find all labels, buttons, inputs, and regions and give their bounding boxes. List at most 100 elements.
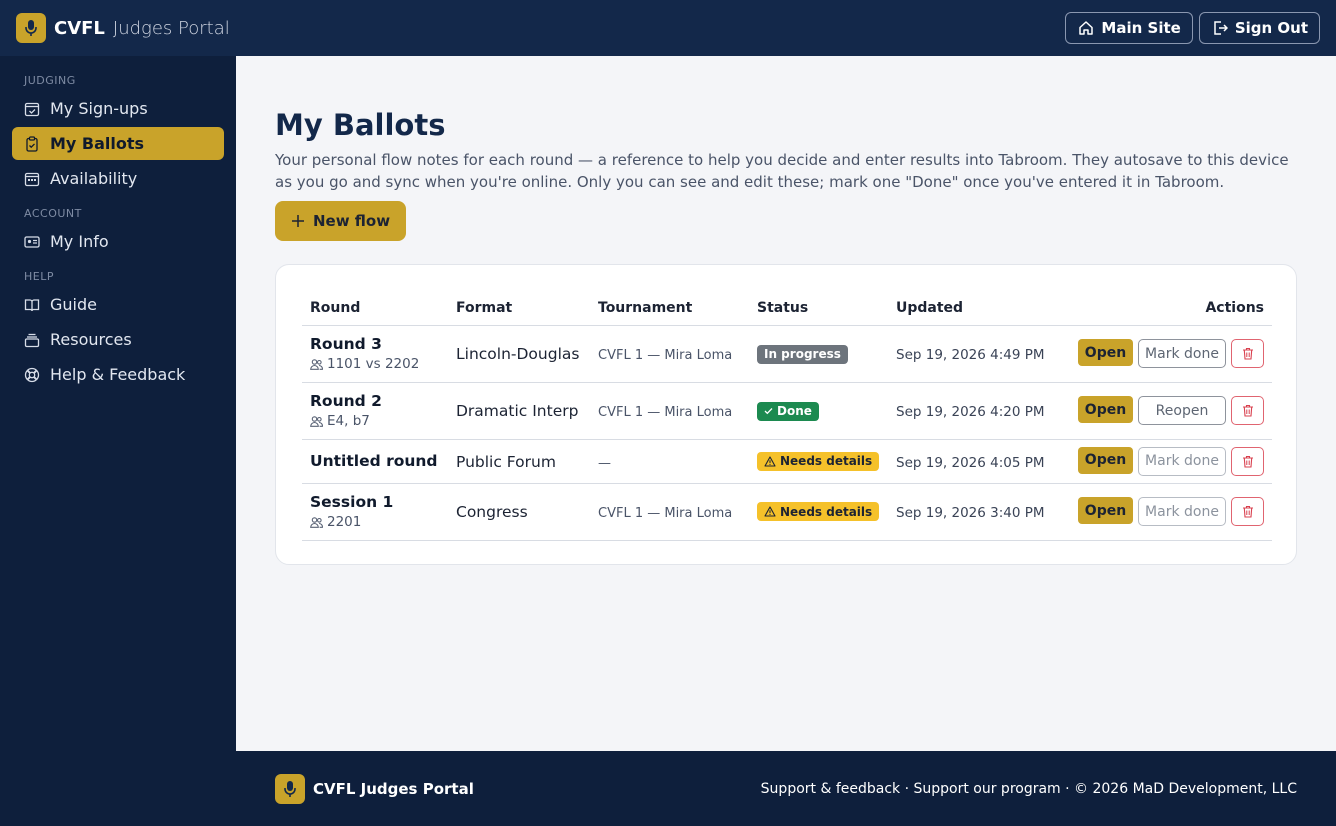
round-participants: 1101 vs 2202 [327,356,420,372]
column-header-round: Round [302,291,448,326]
status-badge: Needs details [757,502,880,521]
sidebar-item-my-ballots[interactable]: My Ballots [12,127,224,160]
sidebar-item-label: Resources [50,330,132,349]
sidebar-item-label: My Info [50,232,109,251]
home-icon [1079,21,1094,35]
page-description: Your personal flow notes for each round … [275,151,1289,191]
lifebuoy-icon [24,367,40,382]
people-icon [310,358,323,370]
format-cell: Lincoln-Douglas [456,345,580,363]
round-title: Untitled round [310,452,438,470]
trash-icon [1242,505,1253,518]
section-label-help: HELP [24,270,54,283]
footer: CVFL Judges Portal Support & feedback · … [0,751,1336,826]
status-badge: Needs details [757,451,880,471]
brand[interactable]: CVFL Judges Portal [54,18,230,39]
round-title: Round 2 [310,392,382,410]
delete-button[interactable] [1231,396,1264,425]
sign-out-label: Sign Out [1234,19,1308,37]
table-row: Untitled round Public Forum — Needs deta… [302,439,1272,484]
microphone-logo-icon [275,773,305,804]
sidebar-item-label: My Sign-ups [50,99,148,118]
mark-done-button[interactable]: Mark done [1138,339,1226,368]
open-button[interactable]: Open [1078,497,1133,524]
open-button[interactable]: Open [1078,339,1133,366]
clipboard-icon [26,135,38,152]
column-header-updated: Updated [888,291,1058,326]
main-content: My Ballots Your personal flow notes for … [236,56,1336,751]
page-title: My Ballots [275,108,446,142]
mark-done-button[interactable]: Mark done [1138,497,1226,526]
stack-icon [24,333,40,347]
sidebar-item-label: Help & Feedback [50,365,186,384]
table-row: Round 3 1101 vs 2202 Lincoln-Douglas CVF… [302,325,1272,383]
new-flow-button[interactable]: New flow [275,201,407,241]
format-cell: Dramatic Interp [456,402,579,420]
mark-done-button[interactable]: Mark done [1138,446,1226,476]
trash-icon [1242,347,1253,360]
sidebar-item-help-feedback[interactable]: Help & Feedback [12,358,224,391]
round-title: Session 1 [310,493,394,511]
main-site-button[interactable]: Main Site [1065,12,1193,44]
people-icon [310,415,323,427]
warning-icon [764,455,776,467]
format-cell: Congress [456,503,528,521]
updated-cell: Sep 19, 2026 4:49 PM [896,347,1045,363]
status-label: Done [777,404,812,419]
round-title: Round 3 [310,335,382,353]
column-header-status: Status [749,291,888,326]
id-card-icon [24,235,40,248]
brand-subtitle: Judges Portal [112,17,230,39]
tournament-cell: CVFL 1 — Mira Loma [598,506,733,521]
updated-cell: Sep 19, 2026 4:20 PM [896,404,1045,420]
section-label-account: ACCOUNT [24,207,82,220]
table-row: Session 1 2201 Congress CVFL 1 — Mira Lo… [302,483,1272,541]
people-icon [310,516,323,528]
column-header-actions: Actions [1058,291,1272,326]
plus-icon [292,215,304,227]
sidebar-item-label: Availability [50,169,138,188]
round-participants: E4, b7 [327,413,370,429]
delete-button[interactable] [1231,497,1264,526]
table-row: Round 2 E4, b7 Dramatic Interp CVFL 1 — … [302,382,1272,440]
status-badge: In progress [757,344,848,364]
reopen-button[interactable]: Reopen [1138,396,1226,425]
open-button[interactable]: Open [1078,446,1133,474]
sign-out-icon [1214,21,1228,35]
sidebar: JUDGING My Sign-ups My Ballots Availabil… [0,56,236,751]
footer-links[interactable]: Support & feedback · Support our program… [761,781,1297,797]
sidebar-item-label: My Ballots [50,134,145,153]
book-icon [24,298,40,311]
status-label: Needs details [780,454,873,468]
updated-cell: Sep 19, 2026 4:05 PM [896,454,1045,471]
trash-icon [1242,404,1253,417]
brand-name: CVFL [54,17,105,39]
warning-icon [764,506,776,517]
delete-button[interactable] [1231,446,1264,476]
status-label: In progress [764,347,841,362]
sidebar-item-guide[interactable]: Guide [12,288,224,321]
format-cell: Public Forum [456,452,556,471]
new-flow-label: New flow [313,212,391,230]
tournament-cell: CVFL 1 — Mira Loma [598,348,733,363]
check-icon [764,408,773,415]
trash-icon [1242,455,1253,468]
open-button[interactable]: Open [1078,396,1133,423]
sidebar-item-availability[interactable]: Availability [12,162,224,195]
section-label-judging: JUDGING [24,74,76,87]
calendar-icon [24,172,40,186]
sidebar-item-label: Guide [50,295,97,314]
sidebar-item-resources[interactable]: Resources [12,323,224,356]
calendar-check-icon [24,102,40,116]
status-label: Needs details [780,504,873,519]
tournament-cell: — [598,455,611,471]
tournament-cell: CVFL 1 — Mira Loma [598,405,733,420]
sidebar-item-my-sign-ups[interactable]: My Sign-ups [12,92,224,125]
top-bar: CVFL Judges Portal Main Site Sign Out [0,0,1336,56]
ballots-card: Round Format Tournament Status Updated A… [275,264,1297,565]
round-participants: 2201 [327,514,362,530]
sign-out-button[interactable]: Sign Out [1198,12,1320,44]
footer-brand: CVFL Judges Portal [313,779,474,798]
sidebar-item-my-info[interactable]: My Info [12,225,224,258]
delete-button[interactable] [1231,339,1264,368]
